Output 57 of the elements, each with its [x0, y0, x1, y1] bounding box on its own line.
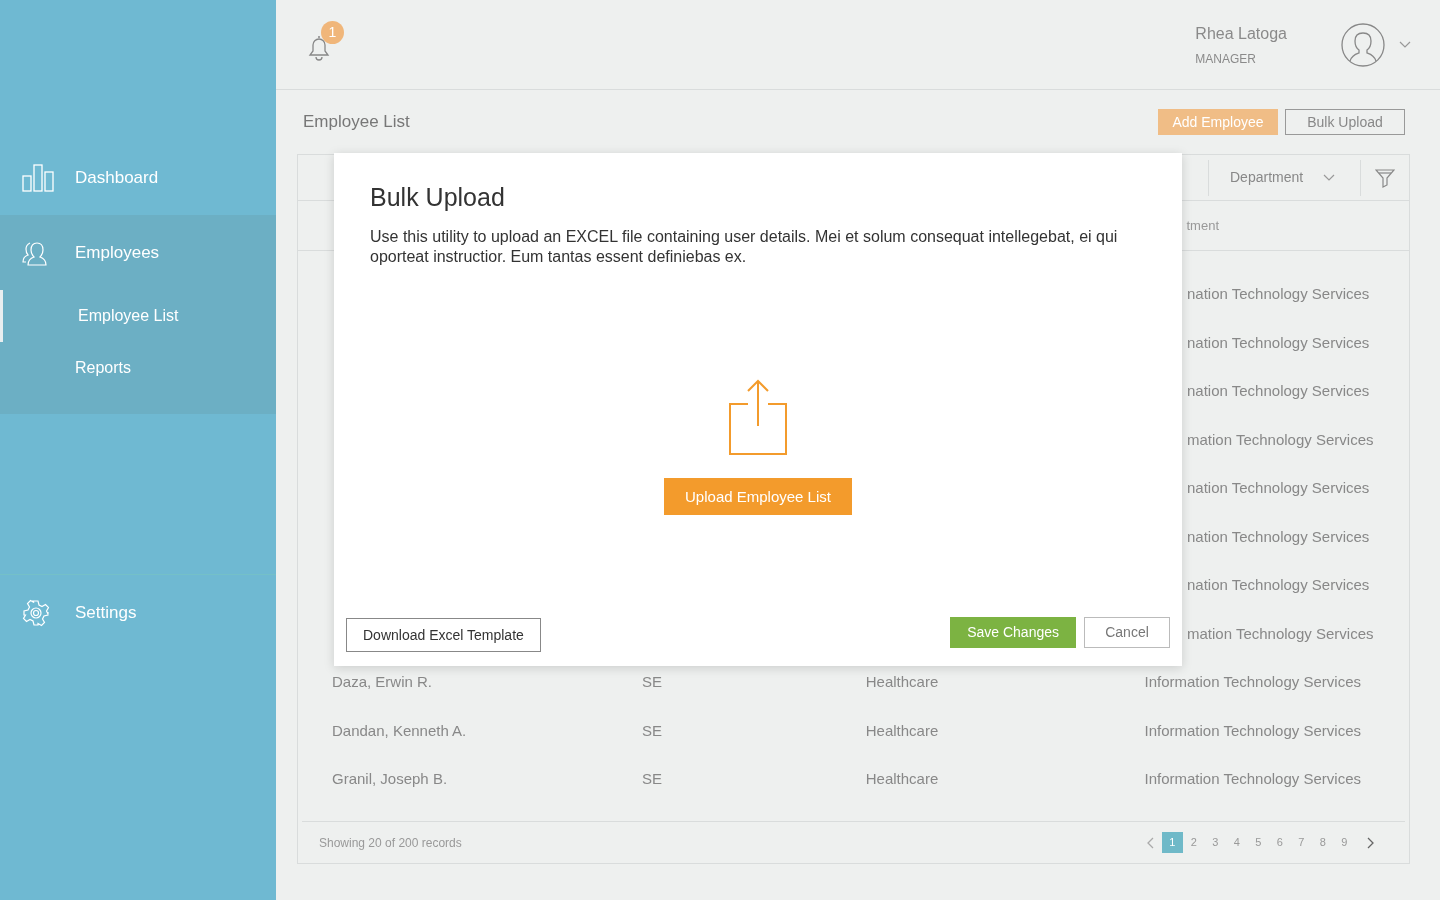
sidebar-item[interactable]: Employees [0, 215, 276, 290]
action-button[interactable]: Bulk Upload [1285, 109, 1405, 135]
sidebar-subitem[interactable]: Employee List [0, 290, 276, 342]
user-name: Rhea Latoga [1195, 23, 1287, 44]
table-cell-text: mation Technology Services [1187, 623, 1374, 644]
table-cell-text: Dandan, Kenneth A. [332, 720, 468, 741]
table-cell-text: Information Technology Services [1143, 769, 1361, 789]
table-cell-text: mation Technology Services [1187, 429, 1374, 450]
chevron-down-icon[interactable] [1399, 40, 1411, 49]
page-button[interactable]: 4 [1226, 832, 1248, 853]
user-role: MANAGER [1195, 50, 1258, 68]
save-button[interactable]: Save Changes [950, 617, 1076, 648]
sidebar-subitem[interactable]: Reports [0, 342, 276, 394]
download-template-button[interactable]: Download Excel Template [346, 618, 541, 652]
table-cell-text: SE [641, 672, 663, 692]
dialog-title: Bulk Upload [370, 182, 506, 213]
page-button[interactable]: 1 [1161, 832, 1183, 853]
action-button[interactable]: Add Employee [1158, 109, 1278, 135]
table-cell-text: Information Technology Services [1143, 720, 1361, 741]
cancel-button[interactable]: Cancel [1084, 617, 1170, 648]
chart-icon [22, 163, 54, 192]
sidebar-item[interactable]: Settings [0, 575, 276, 650]
sidebar-item[interactable]: Dashboard [0, 140, 276, 215]
table-cell-text: SE [641, 769, 663, 789]
table-cell-text: SE [641, 720, 663, 741]
page-button[interactable]: 8 [1312, 832, 1334, 853]
column-header: tment [1186, 216, 1219, 235]
notification-badge: 1 [321, 20, 344, 44]
chevron-left-icon[interactable] [1145, 836, 1154, 849]
upload-button[interactable]: Upload Employee List [664, 478, 852, 516]
page-button[interactable]: 5 [1247, 832, 1269, 853]
table-cell-text: nation Technology Services [1187, 575, 1370, 595]
table-cell-text: Information Technology Services [1143, 672, 1361, 692]
table-cell-text: Granil, Joseph B. [332, 769, 449, 789]
table-cell-text: Healthcare [864, 672, 940, 692]
table-cell-text: Healthcare [864, 720, 940, 741]
notification-button[interactable]: 1 [305, 20, 345, 63]
page-title: Employee List [303, 111, 411, 134]
dialog-description: Use this utility to upload an EXCEL file containing user details. Mei et solum consequat intellegebat, ei qui oporteat instructior. Eum tantas essent definiebas ex. [370, 226, 1119, 267]
table-cell-text: Daza, Erwin R. [332, 672, 434, 692]
table-cell-text: nation Technology Services [1187, 381, 1370, 401]
page-button[interactable]: 7 [1290, 832, 1312, 853]
records-count: Showing 20 of 200 records [319, 834, 463, 852]
page-button[interactable]: 2 [1183, 832, 1205, 853]
table-cell-text: Healthcare [864, 769, 940, 789]
page-button[interactable]: 3 [1204, 832, 1226, 853]
page-button[interactable]: 6 [1269, 832, 1291, 853]
table-cell-text: nation Technology Services [1187, 332, 1370, 353]
settings-icon [22, 598, 50, 627]
chevron-right-icon[interactable] [1367, 836, 1375, 849]
page-button[interactable]: 9 [1333, 832, 1355, 853]
avatar-icon[interactable] [1341, 22, 1385, 67]
table-cell-text: nation Technology Services [1187, 526, 1370, 547]
department-dropdown[interactable]: Department [1208, 159, 1361, 196]
chevron-down-icon [1323, 173, 1335, 182]
table-cell-text: nation Technology Services [1187, 284, 1370, 304]
table-cell-text: nation Technology Services [1187, 478, 1370, 498]
